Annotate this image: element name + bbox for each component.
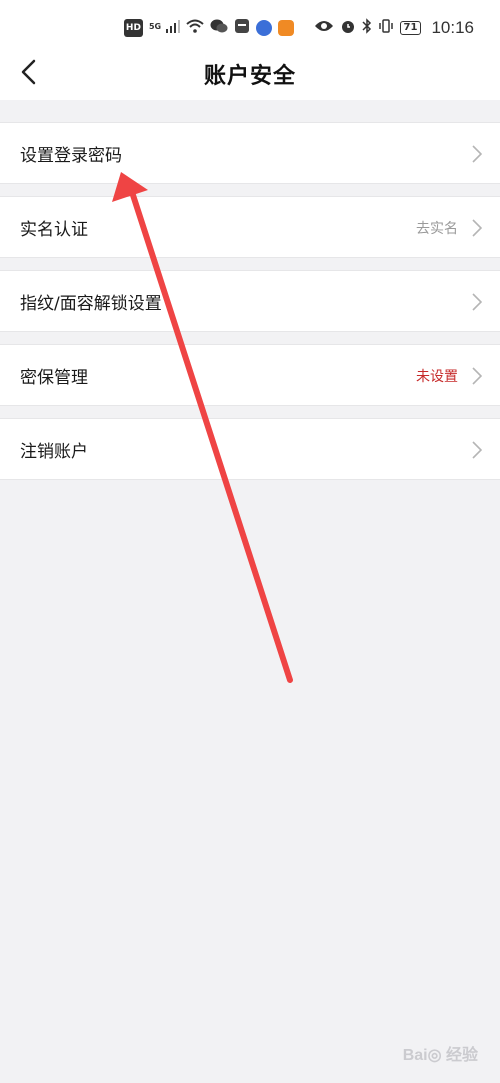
settings-list: 设置登录密码 实名认证 去实名 指纹/面容解锁设置 密保管理 未设置 注销账户 [0,122,500,492]
alarm-icon [340,18,356,38]
nav-bar: 账户安全 [0,44,500,100]
bluetooth-icon [362,18,372,38]
signal-icon: 5G [149,19,180,37]
status-time: 10:16 [431,18,474,37]
wifi-icon [185,19,204,37]
wechat-icon [210,18,228,38]
eye-icon [314,19,334,37]
battery-icon: 71 [399,21,422,35]
app-orange-icon [277,20,294,36]
message-icon [234,18,250,38]
security-question-item[interactable]: 密保管理 未设置 [0,344,500,406]
row-label: 注销账户 [20,442,88,462]
chevron-right-icon [472,367,482,385]
real-name-verification-item[interactable]: 实名认证 去实名 [0,196,500,258]
chevron-right-icon [472,145,482,163]
row-label: 设置登录密码 [20,146,122,166]
fingerprint-face-unlock-item[interactable]: 指纹/面容解锁设置 [0,270,500,332]
app-blue-icon [255,20,272,36]
status-icons: HD 5G 71 10:16 [123,14,474,42]
hd-icon: HD [123,19,143,37]
row-label: 指纹/面容解锁设置 [20,294,162,314]
cancel-account-item[interactable]: 注销账户 [0,418,500,480]
set-login-password-item[interactable]: 设置登录密码 [0,122,500,184]
network-type-label: 5G [148,22,162,31]
vibrate-icon [378,18,394,38]
signal-bars [165,20,180,33]
baidu-watermark: Bai◎ 经验 [402,1047,478,1064]
chevron-right-icon [472,441,482,459]
page-title: 账户安全 [203,64,296,89]
row-label: 密保管理 [20,368,88,388]
row-value-warning: 未设置 [416,369,458,385]
row-label: 实名认证 [20,220,88,240]
row-value: 去实名 [416,221,458,237]
chevron-right-icon [472,293,482,311]
chevron-right-icon [472,219,482,237]
